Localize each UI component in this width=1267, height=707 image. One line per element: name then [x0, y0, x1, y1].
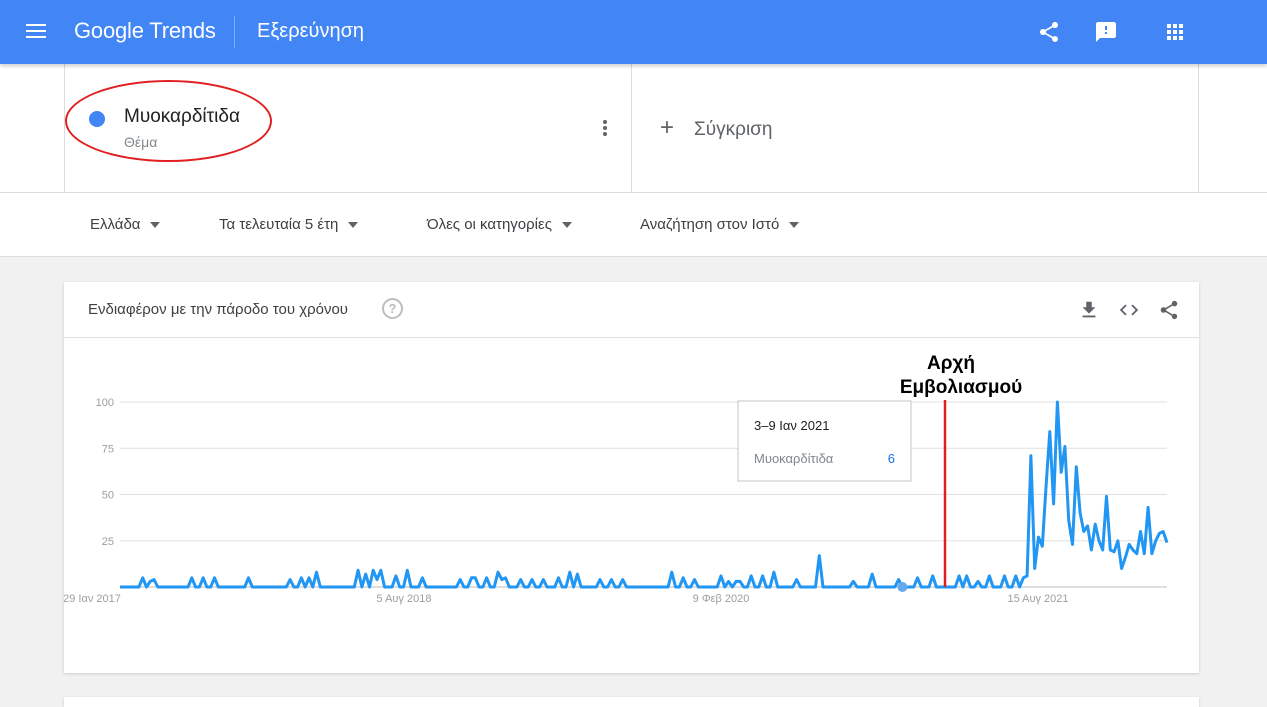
x-tick-label: 15 Αυγ 2021: [1007, 593, 1068, 605]
share-icon[interactable]: [1158, 299, 1180, 321]
tooltip-value: 6: [888, 451, 895, 466]
x-tick-label: 29 Ιαν 2017: [64, 593, 121, 605]
dropdown-arrow-icon: [348, 221, 359, 228]
google-trends-logo[interactable]: Google Trends: [74, 18, 216, 44]
interest-line-chart[interactable]: 100 75 50 25 29 Ιαν 2017 5 Αυγ 2018 9 Φεβ 202…: [64, 338, 1199, 673]
search-term-card[interactable]: Μυοκαρδίτιδα Θέμα: [64, 64, 632, 192]
menu-icon[interactable]: [20, 20, 52, 44]
apps-icon[interactable]: [1163, 20, 1187, 44]
search-panel: Μυοκαρδίτιδα Θέμα + Σύγκριση Ελλάδα Τα τ…: [0, 64, 1267, 257]
annotation-line-2: Εμβολιασμού: [900, 377, 1022, 398]
plus-icon: +: [660, 114, 675, 141]
page-section-title: Εξερεύνηση: [257, 20, 365, 42]
chart-tooltip: 3–9 Ιαν 2021 Μυοκαρδίτιδα 6: [737, 400, 912, 482]
compare-card[interactable]: + Σύγκριση: [632, 64, 1199, 192]
time-filter-label: Τα τελευταία 5 έτη: [219, 216, 339, 233]
x-tick-label: 9 Φεβ 2020: [693, 593, 750, 605]
category-filter-label: Όλες οι κατηγορίες: [427, 216, 552, 233]
y-tick-label: 75: [102, 443, 114, 455]
feedback-icon[interactable]: [1094, 20, 1118, 44]
card-title: Ενδιαφέρον με την πάροδο του χρόνου: [88, 301, 349, 318]
logo-trends: Trends: [149, 18, 216, 43]
top-app-bar: Google Trends Εξερεύνηση: [0, 0, 1267, 64]
search-type-filter-label: Αναζήτηση στον Ιστό: [640, 216, 780, 233]
category-filter[interactable]: Όλες οι κατηγορίες: [427, 216, 572, 233]
y-tick-label: 50: [102, 490, 114, 502]
chart-grid: [120, 401, 1167, 588]
compare-label[interactable]: Σύγκριση: [694, 119, 772, 141]
time-filter[interactable]: Τα τελευταία 5 έτη: [219, 216, 359, 233]
share-icon[interactable]: [1037, 20, 1061, 44]
region-filter[interactable]: Ελλάδα: [90, 216, 161, 233]
interest-over-time-card: Ενδιαφέρον με την πάροδο του χρόνου ? 10…: [64, 282, 1199, 673]
term-name[interactable]: Μυοκαρδίτιδα: [124, 106, 240, 128]
logo-google: Google: [74, 18, 144, 43]
dropdown-arrow-icon: [789, 221, 800, 228]
download-icon[interactable]: [1078, 299, 1100, 321]
x-axis-ticks: 29 Ιαν 2017 5 Αυγ 2018 9 Φεβ 2020 15 Αυγ 20…: [64, 593, 1069, 605]
topbar-divider: [234, 16, 235, 48]
y-tick-label: 100: [96, 397, 114, 409]
next-card: [64, 697, 1199, 707]
x-tick-label: 5 Αυγ 2018: [377, 593, 432, 605]
tooltip-date: 3–9 Ιαν 2021: [754, 418, 829, 433]
term-color-dot: [89, 111, 105, 127]
search-type-filter[interactable]: Αναζήτηση στον Ιστό: [640, 216, 800, 233]
more-vert-icon[interactable]: [595, 118, 615, 140]
region-filter-label: Ελλάδα: [90, 216, 141, 233]
tooltip-term: Μυοκαρδίτιδα: [754, 451, 834, 466]
dropdown-arrow-icon: [150, 221, 161, 228]
highlight-point: [897, 582, 908, 592]
y-tick-label: 25: [102, 536, 114, 548]
y-axis-ticks: 100 75 50 25: [96, 397, 114, 548]
divider: [0, 192, 1267, 193]
tooltip-box: [737, 400, 912, 482]
term-type: Θέμα: [124, 134, 158, 150]
annotation-line-1: Αρχή: [927, 353, 975, 374]
help-icon[interactable]: ?: [382, 298, 403, 319]
dropdown-arrow-icon: [561, 221, 572, 228]
embed-code-icon[interactable]: [1118, 299, 1140, 321]
card-header: Ενδιαφέρον με την πάροδο του χρόνου ?: [64, 282, 1199, 338]
